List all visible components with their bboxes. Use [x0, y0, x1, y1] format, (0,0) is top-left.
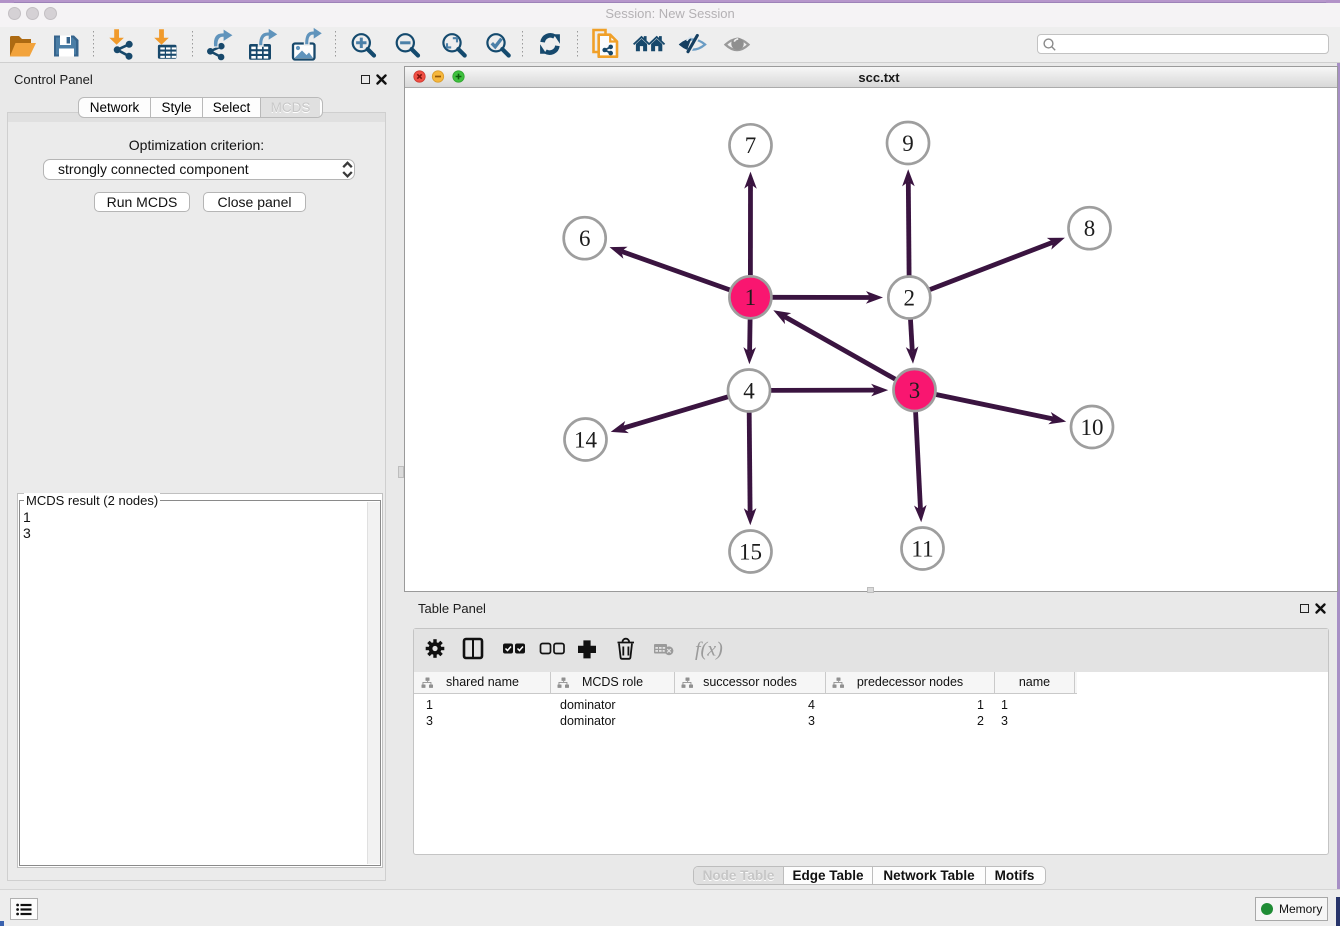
svg-text:4: 4 — [743, 378, 755, 403]
svg-text:15: 15 — [739, 539, 762, 564]
svg-text:9: 9 — [902, 131, 914, 156]
svg-text:7: 7 — [745, 133, 757, 158]
svg-text:8: 8 — [1084, 216, 1096, 241]
svg-text:14: 14 — [574, 427, 598, 452]
svg-text:f(x): f(x) — [695, 639, 723, 661]
svg-text:3: 3 — [909, 378, 921, 403]
svg-text:1: 1 — [745, 285, 757, 310]
svg-text:2: 2 — [904, 285, 916, 310]
svg-text:11: 11 — [911, 536, 933, 561]
svg-text:10: 10 — [1081, 415, 1104, 440]
svg-text:6: 6 — [579, 226, 591, 251]
